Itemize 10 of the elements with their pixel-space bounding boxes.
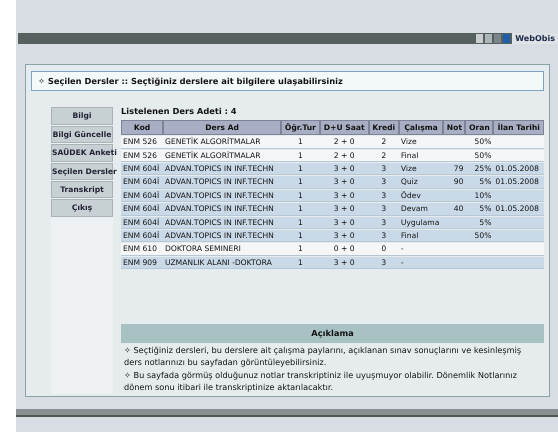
note-paragraph: ✧ Seçtiğiniz dersleri, bu derslere ait çalışma paylarını, açıklanan sınav sonuçlarını ve kesinleşmiş ders notlarınızı bu sayfadan görüntüleyebilirsiniz. (124, 344, 522, 368)
notes-header: Açıklama (121, 324, 544, 343)
course-count: Listelenen Ders Adeti : 4 (121, 105, 238, 118)
note-paragraph: ✧ Bu sayfada görmüş olduğunuz notlar transkriptiniz ile uyuşmuyor olabilir. Dönemlik Notlarınız dönem sonu itibari ile transkriptinize aktarılacaktır. (124, 370, 518, 394)
color-square-icon (476, 34, 484, 43)
color-square-icon (485, 34, 492, 43)
color-square-icon (494, 34, 502, 43)
page-header: ✧ Seçilen Dersler :: Seçtiğiniz derslere ait bilgilere ulaşabilirsiniz (31, 71, 544, 92)
color-square-icon (503, 34, 510, 43)
brand-logo: WebObis (512, 33, 558, 44)
